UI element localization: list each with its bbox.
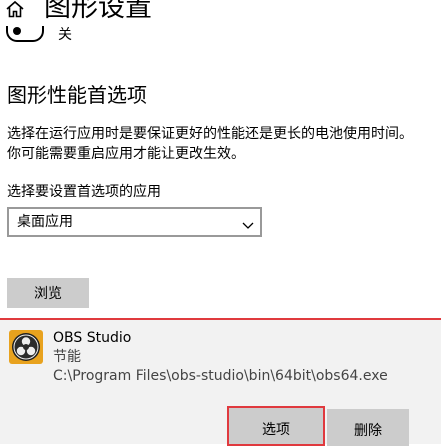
- home-icon[interactable]: [5, 0, 25, 18]
- options-button[interactable]: 选项: [227, 406, 325, 446]
- app-select-label: 选择要设置首选项的应用: [7, 184, 161, 200]
- app-type-dropdown[interactable]: 桌面应用: [7, 207, 262, 237]
- description-line-2: 你可能需要重启应用才能让更改生效。: [7, 146, 245, 162]
- section-description: 选择在运行应用时是要保证更好的性能还是更长的电池使用时间。 你可能需要重启应用才…: [7, 124, 437, 164]
- section-title: 图形性能首选项: [7, 83, 147, 107]
- app-list-item-obs-studio[interactable]: OBS Studio 节能 C:\Program Files\obs-studi…: [0, 318, 441, 446]
- toggle-label: 关: [58, 27, 72, 43]
- app-type-selected-value: 桌面应用: [17, 214, 73, 230]
- toggle-switch[interactable]: [6, 26, 44, 42]
- options-button-label: 选项: [262, 422, 290, 438]
- delete-button[interactable]: 删除: [327, 409, 409, 446]
- app-name: OBS Studio: [53, 330, 132, 346]
- app-preference: 节能: [53, 349, 81, 365]
- chevron-down-icon: [242, 216, 254, 229]
- obs-studio-icon: [9, 330, 43, 364]
- page-title: 图形设置: [44, 0, 152, 23]
- app-path: C:\Program Files\obs-studio\bin\64bit\ob…: [53, 368, 388, 384]
- browse-button[interactable]: 浏览: [7, 278, 89, 308]
- description-line-1: 选择在运行应用时是要保证更好的性能还是更长的电池使用时间。: [7, 126, 413, 142]
- toggle-knob: [13, 27, 21, 35]
- delete-button-label: 删除: [354, 422, 382, 439]
